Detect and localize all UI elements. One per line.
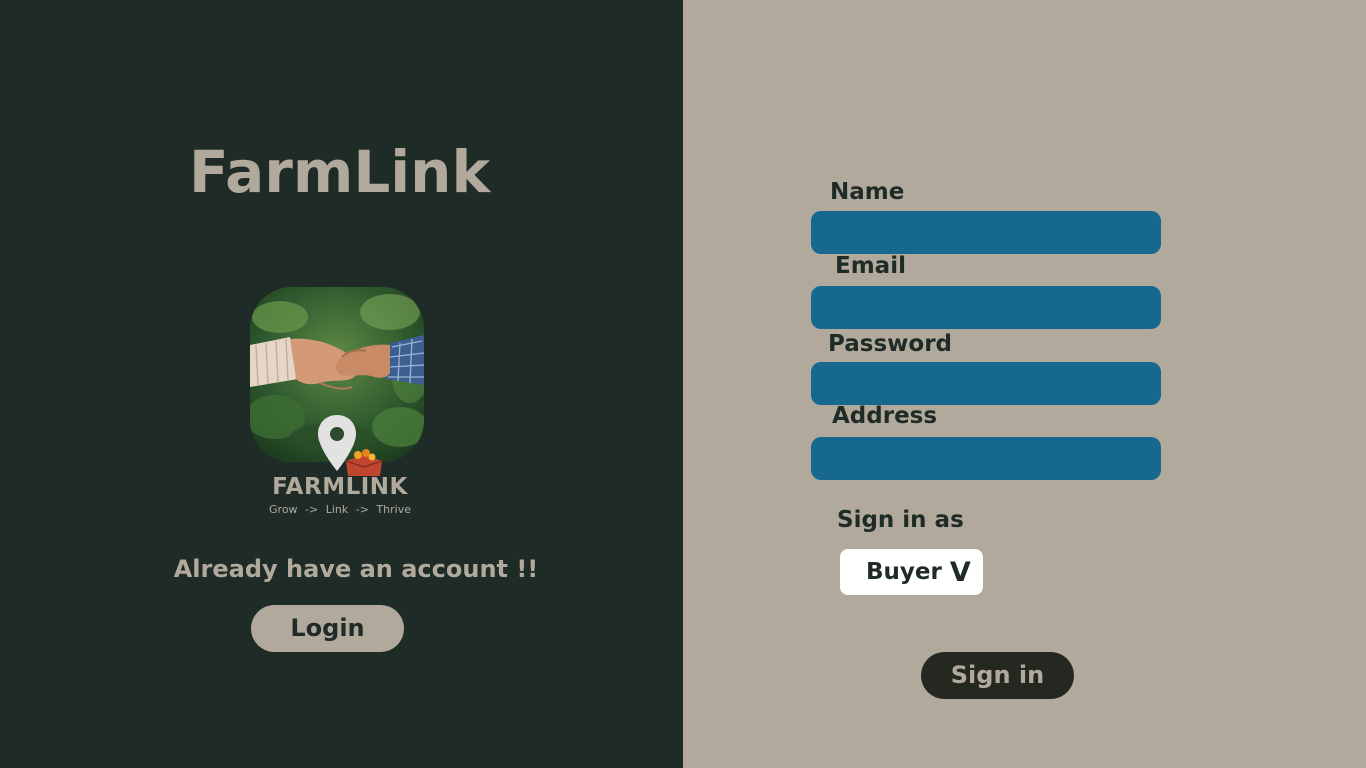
name-input[interactable] xyxy=(811,211,1161,254)
left-panel: FarmLink FARMLINK Grow -> Link -> Thrive… xyxy=(0,0,683,768)
logo-wordmark: FARMLINK xyxy=(272,474,408,500)
role-selected-value: Buyer xyxy=(866,559,942,585)
password-input[interactable] xyxy=(811,362,1161,405)
chevron-down-icon: V xyxy=(949,556,971,588)
produce-box-icon xyxy=(345,449,383,476)
app-title: FarmLink xyxy=(188,138,491,206)
email-input[interactable] xyxy=(811,286,1161,329)
email-label: Email xyxy=(835,253,906,279)
address-label: Address xyxy=(832,403,938,429)
logo-tagline: Grow -> Link -> Thrive xyxy=(269,503,411,516)
address-input[interactable] xyxy=(811,437,1161,480)
name-label: Name xyxy=(830,179,905,205)
login-button[interactable]: Login xyxy=(251,605,404,652)
signin-button[interactable]: Sign in xyxy=(921,652,1074,699)
signin-as-label: Sign in as xyxy=(837,507,964,533)
role-select[interactable]: Buyer V xyxy=(840,549,983,595)
signup-page: FarmLink FARMLINK Grow -> Link -> Thrive… xyxy=(0,0,1366,768)
already-have-account-text: Already have an account !! xyxy=(173,555,539,583)
password-label: Password xyxy=(828,331,952,357)
